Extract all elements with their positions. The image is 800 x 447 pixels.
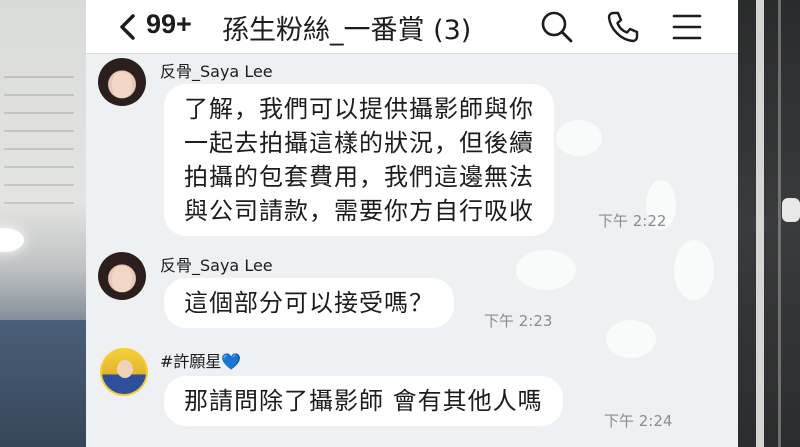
call-button[interactable] xyxy=(604,8,642,46)
wallpaper-blob xyxy=(606,320,656,358)
search-icon xyxy=(541,11,573,43)
message-line: 與公司請款，需要你方自行吸收 xyxy=(184,197,534,225)
background-left xyxy=(0,0,86,447)
search-button[interactable] xyxy=(538,8,576,46)
menu-button[interactable] xyxy=(668,8,706,46)
message-bubble[interactable]: 了解，我們可以提供攝影師與你 一起去拍攝這樣的狀況，但後續 拍攝的包套費用，我們… xyxy=(164,84,554,236)
message-bubble[interactable]: 那請問除了攝影師 會有其他人嗎 xyxy=(164,376,563,426)
avatar[interactable] xyxy=(98,58,146,106)
sender-name: 反骨_Saya Lee xyxy=(160,62,273,81)
sender-name: 反骨_Saya Lee xyxy=(160,256,273,275)
chat-header: 99+ 孫生粉絲_一番賞 (3) xyxy=(86,0,738,54)
message-bubble[interactable]: 這個部分可以接受嗎？ xyxy=(164,278,454,328)
wallpaper-blob xyxy=(556,120,602,156)
menu-icon xyxy=(672,14,702,40)
chat-title: 孫生粉絲_一番賞 (3) xyxy=(222,15,472,46)
message-line: 了解，我們可以提供攝影師與你 xyxy=(184,95,534,123)
sender-name: #許願星💙 xyxy=(160,352,242,371)
message-line: 那請問除了攝影師 會有其他人嗎 xyxy=(184,387,543,415)
background-stripe-thin xyxy=(778,0,781,447)
background-object-right xyxy=(782,198,800,222)
background-right xyxy=(738,0,800,447)
wallpaper-blob xyxy=(674,240,714,300)
avatar[interactable] xyxy=(98,252,146,300)
message-time: 下午 2:23 xyxy=(484,312,553,330)
message-line: 拍攝的包套費用，我們這邊無法 xyxy=(184,163,534,191)
back-button[interactable] xyxy=(116,10,138,44)
message-time: 下午 2:24 xyxy=(604,412,673,430)
phone-icon xyxy=(607,11,639,43)
chevron-left-icon xyxy=(120,14,135,40)
chat-screen: 99+ 孫生粉絲_一番賞 (3) 反骨_Saya Lee 了解，我們可以提供攝影… xyxy=(86,0,738,447)
wallpaper-blob xyxy=(516,250,576,290)
message-line: 這個部分可以接受嗎？ xyxy=(184,289,434,317)
message-time: 下午 2:22 xyxy=(598,212,667,230)
background-stripe xyxy=(756,0,764,447)
background-object xyxy=(0,320,86,447)
background-notes xyxy=(4,60,74,210)
message-line: 一起去拍攝這樣的狀況，但後續 xyxy=(184,129,534,157)
avatar[interactable] xyxy=(100,348,148,396)
background-light xyxy=(0,228,24,252)
unread-count[interactable]: 99+ xyxy=(146,9,192,40)
